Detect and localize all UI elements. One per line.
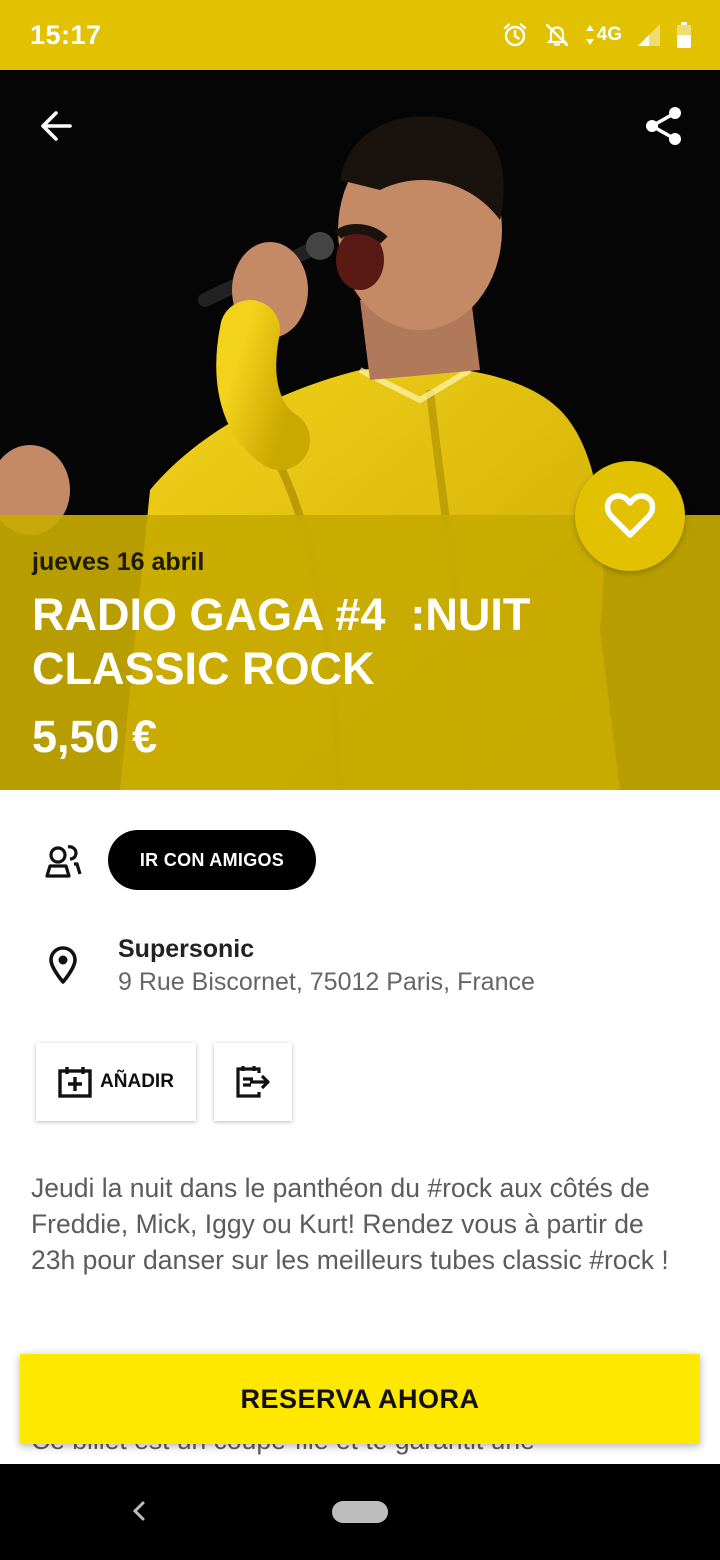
network-type: 4G	[596, 24, 622, 45]
reserve-now-button[interactable]: RESERVA AHORA	[20, 1354, 700, 1444]
export-calendar-button[interactable]	[214, 1043, 292, 1121]
event-price: 5,50 €	[32, 711, 158, 762]
system-back-button[interactable]	[122, 1494, 156, 1528]
status-bar: 15:17 4G	[0, 0, 720, 70]
network-indicator: 4G	[585, 24, 622, 46]
add-to-calendar-button[interactable]: AÑADIR	[36, 1043, 196, 1121]
event-title: RADIO GAGA #4 :NUIT CLASSIC ROCK	[32, 589, 531, 694]
event-date: jueves 16 abril	[32, 548, 205, 576]
status-time: 15:17	[30, 20, 102, 50]
add-to-calendar-label: AÑADIR	[100, 1071, 174, 1092]
group-icon	[44, 842, 84, 878]
venue-address: 9 Rue Biscornet, 75012 Paris, France	[118, 968, 535, 996]
status-icons: 4G	[501, 18, 692, 52]
calendar-export-icon	[236, 1066, 270, 1098]
share-icon	[646, 107, 681, 145]
system-home-pill[interactable]	[332, 1501, 388, 1523]
event-description: Jeudi la nuit dans le panthéon du #rock …	[31, 1173, 669, 1275]
calendar-add-icon	[58, 1067, 92, 1098]
arrow-left-icon	[41, 111, 72, 141]
venue-row[interactable]: Supersonic 9 Rue Biscornet, 75012 Paris,…	[0, 930, 720, 1010]
share-button[interactable]	[634, 96, 694, 156]
go-with-friends-button[interactable]: IR CON AMIGOS	[108, 830, 316, 890]
favorite-button[interactable]	[575, 461, 685, 571]
chevron-left-icon	[132, 1501, 145, 1521]
friends-row: IR CON AMIGOS	[0, 830, 720, 890]
event-hero-image: jueves 16 abril RADIO GAGA #4 :NUIT CLAS…	[0, 70, 720, 790]
notifications-off-icon	[543, 21, 571, 49]
signal-icon	[636, 22, 662, 48]
heart-outline-icon	[604, 493, 656, 538]
battery-icon	[676, 21, 692, 49]
reserve-now-label: RESERVA AHORA	[240, 1383, 480, 1414]
back-button[interactable]	[26, 96, 86, 156]
alarm-icon	[501, 21, 529, 49]
location-pin-icon	[47, 946, 79, 989]
venue-name: Supersonic	[118, 935, 255, 963]
